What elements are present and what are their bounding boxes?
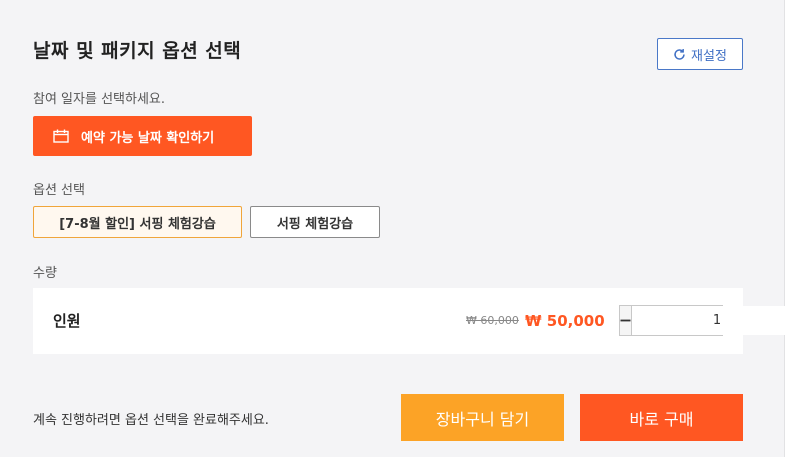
date-instruction: 참여 일자를 선택하세요. <box>33 92 165 107</box>
option-summer-discount-surf-lesson[interactable]: [7-8월 할인] 서핑 체험강습 <box>33 206 242 238</box>
quantity-input[interactable] <box>632 306 785 335</box>
cart-button-label: 장바구니 담기 <box>435 409 530 429</box>
options-label: 옵션 선택 <box>33 183 85 198</box>
reset-label: 재설정 <box>691 48 727 64</box>
buy-now-button[interactable]: 바로 구매 <box>580 394 743 441</box>
date-button-label: 예약 가능 날짜 확인하기 <box>81 130 215 146</box>
sale-price: ₩ 50,000 <box>525 312 605 330</box>
reset-button[interactable]: 재설정 <box>657 38 743 70</box>
option-surf-lesson[interactable]: 서핑 체험강습 <box>250 206 380 238</box>
quantity-stepper <box>619 305 785 336</box>
check-available-dates-button[interactable]: 예약 가능 날짜 확인하기 <box>33 116 252 156</box>
option-label: [7-8월 할인] 서핑 체험강습 <box>59 216 216 232</box>
minus-icon <box>620 319 631 322</box>
buy-button-label: 바로 구매 <box>629 409 694 429</box>
refresh-icon <box>674 48 685 60</box>
quantity-row: 인원 ₩ 60,000 ₩ 50,000 <box>33 288 785 354</box>
page-title: 날짜 및 패키지 옵션 선택 <box>33 40 242 62</box>
original-price: ₩ 60,000 <box>466 314 519 327</box>
add-to-cart-button[interactable]: 장바구니 담기 <box>401 394 564 441</box>
decrement-button[interactable] <box>620 306 632 335</box>
footer-message: 계속 진행하려면 옵션 선택을 완료해주세요. <box>33 413 269 428</box>
quantity-label: 수량 <box>33 266 57 281</box>
quantity-item-name: 인원 <box>53 312 81 330</box>
option-label: 서핑 체험강습 <box>276 216 354 232</box>
calendar-icon <box>53 129 69 143</box>
